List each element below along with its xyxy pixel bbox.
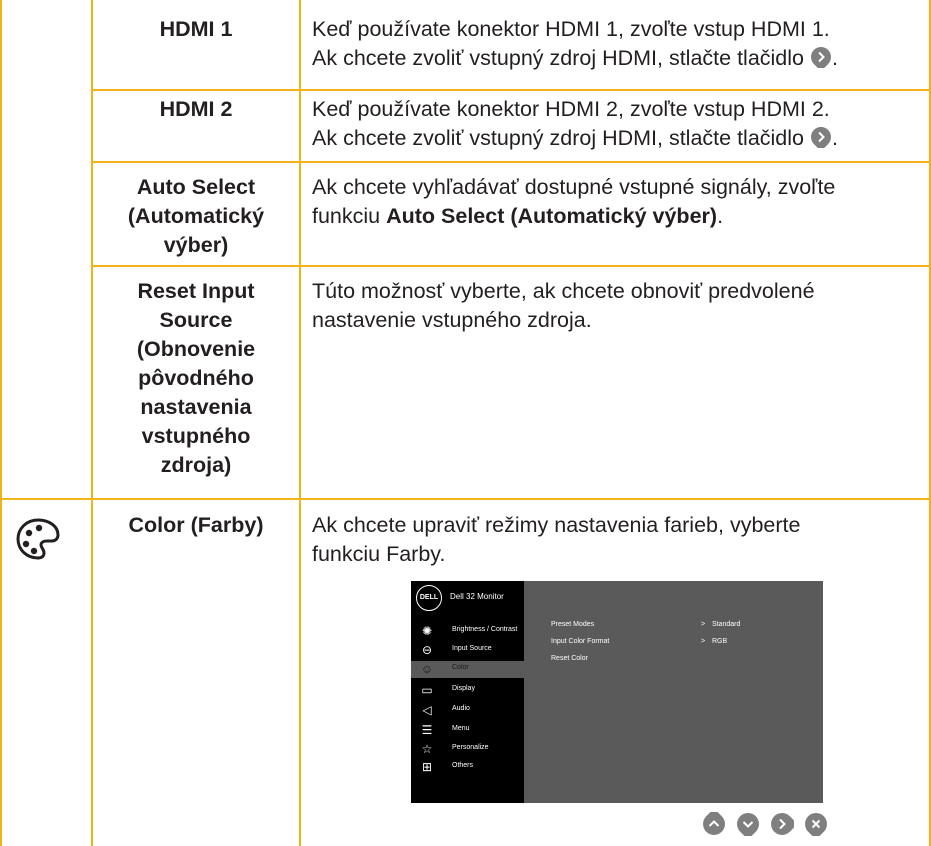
osd-menu-label: Input Source	[452, 645, 492, 652]
name-line: zdroja)	[160, 453, 232, 477]
row-desc-color: Ak chcete upraviť režimy nastavenia fari…	[312, 511, 924, 569]
osd-setting-value: RGB	[712, 638, 728, 645]
row-desc-hdmi2: Keď používate konektor HDMI 2, zvoľte vs…	[312, 95, 924, 153]
row-name-auto-select: Auto Select (Automatický výber)	[93, 173, 299, 260]
display-icon: ▭	[421, 683, 433, 697]
osd-menu-screenshot: DELL Dell 32 Monitor ✺ Brightness / Cont…	[411, 581, 823, 803]
name-line: Source	[159, 308, 233, 332]
osd-setting-label[interactable]: Preset Modes	[551, 621, 594, 628]
osd-menu-item-color[interactable]: ☺ Color	[411, 661, 524, 678]
osd-menu-item-others[interactable]: ⊞ Others	[411, 759, 524, 776]
osd-title: Dell 32 Monitor	[450, 592, 504, 601]
row-name-hdmi2: HDMI 2	[159, 97, 233, 121]
desc-line: nastavenie vstupného zdroja.	[312, 308, 592, 332]
osd-setting-label[interactable]: Reset Color	[551, 655, 588, 662]
desc-bold: Auto Select (Automatický výber)	[386, 204, 718, 228]
desc-line: Túto možnosť vyberte, ak chcete obnoviť …	[312, 279, 815, 303]
close-button-icon[interactable]	[804, 812, 828, 836]
osd-settings-panel	[524, 581, 823, 803]
desc-text: Ak chcete zvoliť vstupný zdroj HDMI, stl…	[312, 126, 804, 150]
osd-setting-arrow: >	[701, 638, 706, 645]
desc-end: .	[831, 126, 838, 150]
input-source-icon: ⊖	[421, 643, 433, 657]
row-desc-hdmi1: Keď používate konektor HDMI 1, zvoľte vs…	[312, 15, 924, 73]
osd-menu-label: Display	[452, 685, 475, 692]
desc-line: Keď používate konektor HDMI 1, zvoľte vs…	[312, 17, 830, 41]
osd-menu-item-personalize[interactable]: ☆ Personalize	[411, 741, 524, 758]
right-button-icon	[810, 127, 831, 148]
color-palette-icon: ☺	[420, 662, 434, 676]
row-name-hdmi1: HDMI 1	[159, 17, 233, 41]
name-line: pôvodného	[138, 366, 254, 390]
desc-line: Ak chcete zvoliť vstupný zdroj HDMI, stl…	[312, 44, 924, 73]
row-desc-reset-input: Túto možnosť vyberte, ak chcete obnoviť …	[312, 277, 924, 335]
brightness-icon: ✺	[421, 624, 433, 638]
osd-menu-item-brightness[interactable]: ✺ Brightness / Contrast	[411, 623, 524, 640]
row-name-reset-input: Reset Input Source (Obnovenie pôvodného …	[93, 277, 299, 480]
name-line: Auto Select	[136, 175, 256, 199]
dell-logo: DELL	[416, 585, 442, 611]
others-icon: ⊞	[421, 760, 433, 774]
osd-setting-value: Standard	[712, 621, 741, 628]
osd-menu-item-display[interactable]: ▭ Display	[411, 682, 524, 699]
table-col2-border	[299, 0, 301, 846]
osd-menu-label: Color	[452, 664, 469, 671]
desc-end: .	[717, 204, 724, 228]
osd-menu-item-audio[interactable]: ◁ Audio	[411, 702, 524, 719]
down-button-icon[interactable]	[736, 812, 760, 836]
osd-setting-label[interactable]: Input Color Format	[551, 638, 609, 645]
name-line: vstupného	[141, 424, 251, 448]
row-name-color: Color (Farby)	[128, 513, 264, 537]
row-desc-auto-select: Ak chcete vyhľadávať dostupné vstupné si…	[312, 173, 924, 231]
row-divider	[91, 161, 931, 163]
star-icon: ☆	[421, 742, 433, 756]
name-line: (Obnovenie	[136, 337, 256, 361]
osd-menu-label: Others	[452, 762, 474, 769]
osd-navigation-buttons	[702, 812, 832, 836]
desc-line: Keď používate konektor HDMI 2, zvoľte vs…	[312, 97, 830, 121]
up-button-icon[interactable]	[702, 812, 726, 836]
osd-menu-item-menu[interactable]: ☰ Menu	[411, 722, 524, 739]
osd-menu-label: Menu	[452, 725, 470, 732]
row-divider	[91, 89, 931, 91]
desc-line: Ak chcete vyhľadávať dostupné vstupné si…	[312, 175, 836, 199]
desc-text: Ak chcete zvoliť vstupný zdroj HDMI, stl…	[312, 46, 804, 70]
name-line: nastavenia	[140, 395, 252, 419]
desc-end: .	[831, 46, 838, 70]
menu-icon: ☰	[421, 723, 433, 737]
palette-icon	[16, 518, 60, 560]
desc-line: funkciu Auto Select (Automatický výber).	[312, 202, 924, 231]
name-line: (Automatický	[127, 204, 265, 228]
table-left-border	[0, 0, 2, 846]
osd-menu-label: Audio	[452, 705, 470, 712]
desc-line: funkciu Farby.	[312, 542, 446, 566]
name-line: Reset Input	[137, 279, 255, 303]
right-button-icon	[810, 47, 831, 68]
desc-line: Ak chcete upraviť režimy nastavenia fari…	[312, 513, 801, 537]
desc-text: funkciu	[312, 204, 387, 228]
name-line: výber)	[163, 233, 229, 257]
right-button-icon[interactable]	[770, 812, 794, 836]
row-divider	[0, 498, 931, 500]
osd-setting-arrow: >	[701, 621, 706, 628]
osd-menu-item-input-source[interactable]: ⊖ Input Source	[411, 642, 524, 659]
desc-line: Ak chcete zvoliť vstupný zdroj HDMI, stl…	[312, 124, 924, 153]
audio-icon: ◁	[422, 703, 432, 717]
osd-menu-label: Personalize	[452, 744, 489, 751]
osd-menu-label: Brightness / Contrast	[452, 626, 518, 633]
row-divider	[91, 265, 931, 267]
